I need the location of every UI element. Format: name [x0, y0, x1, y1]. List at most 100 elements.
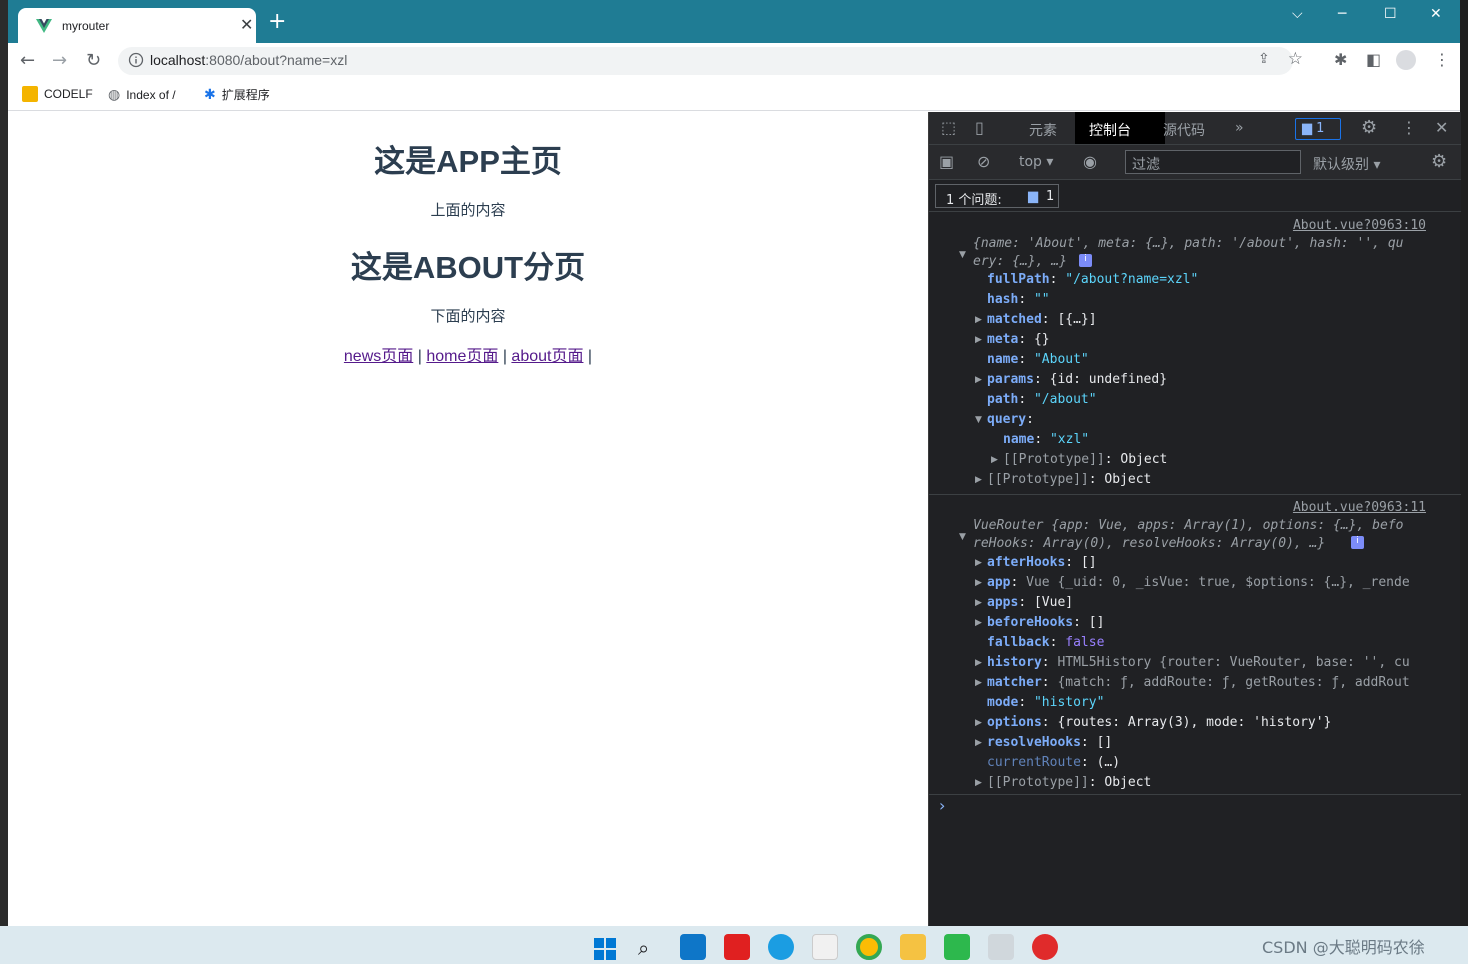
- log2-prop-app[interactable]: app: Vue {_uid: 0, _isVue: true, $option…: [987, 575, 1410, 590]
- side-panel-icon[interactable]: ◧: [1366, 50, 1381, 69]
- log2-prop-beforehooks[interactable]: beforeHooks: []: [987, 615, 1104, 630]
- settings-gear-icon[interactable]: ⚙: [1361, 117, 1377, 138]
- news-link[interactable]: news页面: [344, 348, 413, 365]
- console-prompt[interactable]: ›: [939, 796, 945, 815]
- chrome-icon[interactable]: [856, 934, 882, 960]
- vscode-icon[interactable]: [680, 934, 706, 960]
- info-icon[interactable]: i: [1079, 254, 1092, 267]
- bottom-content-text: 下面的内容: [430, 308, 506, 325]
- profile-avatar[interactable]: [1396, 50, 1416, 70]
- netease-music-icon[interactable]: [1032, 934, 1058, 960]
- expand-afterhooks-icon[interactable]: ▶: [975, 558, 982, 568]
- log2-prop-history[interactable]: history: HTML5History {router: VueRouter…: [987, 655, 1410, 670]
- bookmark-codelf[interactable]: CODELF: [22, 86, 93, 102]
- log-levels-select[interactable]: 默认级别 ▾: [1313, 154, 1380, 174]
- log2-prop-matcher[interactable]: matcher: {match: ƒ, addRoute: ƒ, getRout…: [987, 675, 1410, 690]
- log1-prop-fullpath: fullPath: "/about?name=xzl": [987, 272, 1199, 287]
- site-info-icon[interactable]: [128, 52, 144, 68]
- expand-prototype-icon[interactable]: ▶: [975, 475, 982, 485]
- log2-prop-apps[interactable]: apps: [Vue]: [987, 595, 1073, 610]
- address-bar[interactable]: localhost:8080/about?name=xzl ⇪ ☆: [118, 47, 1303, 75]
- search-icon[interactable]: ⌕: [638, 936, 649, 960]
- expand-prototype-icon[interactable]: ▶: [975, 778, 982, 788]
- page-viewport: 这是APP主页 上面的内容 这是ABOUT分页 下面的内容 news页面 | h…: [8, 112, 928, 926]
- tab-close-icon[interactable]: ✕: [240, 15, 253, 34]
- expand-history-icon[interactable]: ▶: [975, 658, 982, 668]
- minimize-icon[interactable]: ─: [1338, 6, 1346, 22]
- home-link[interactable]: home页面: [426, 348, 498, 365]
- expand-resolvehooks-icon[interactable]: ▶: [975, 738, 982, 748]
- file-explorer-icon[interactable]: [900, 934, 926, 960]
- expand-apps-icon[interactable]: ▶: [975, 598, 982, 608]
- desktop-left-strip: [0, 0, 8, 926]
- live-expression-eye-icon[interactable]: ◉: [1083, 152, 1097, 171]
- context-select[interactable]: top ▾: [1019, 154, 1053, 170]
- back-icon[interactable]: ←: [20, 50, 35, 71]
- about-link[interactable]: about页面: [511, 348, 583, 365]
- app-green-icon[interactable]: [944, 934, 970, 960]
- inspect-element-icon[interactable]: ⬚: [941, 118, 956, 137]
- typora-icon[interactable]: [812, 934, 838, 960]
- expand-options-icon[interactable]: ▶: [975, 718, 982, 728]
- forward-icon[interactable]: →: [52, 50, 67, 71]
- remote-desktop-icon[interactable]: [988, 934, 1014, 960]
- clear-console-icon[interactable]: ⊘: [977, 152, 990, 171]
- collapse-query-icon[interactable]: ▼: [975, 415, 982, 425]
- windows-start-icon[interactable]: [594, 938, 616, 960]
- maximize-icon[interactable]: ☐: [1384, 6, 1397, 22]
- log1-prop-query[interactable]: query:: [987, 412, 1034, 427]
- log1-prop-meta[interactable]: meta: {}: [987, 332, 1050, 347]
- close-devtools-icon[interactable]: ✕: [1435, 118, 1448, 137]
- browser-tab[interactable]: myrouter ✕: [18, 8, 256, 43]
- devtools-menu-icon[interactable]: ⋮: [1401, 118, 1417, 137]
- message-icon: ▆: [1302, 121, 1312, 136]
- tab-elements[interactable]: 元素: [1029, 120, 1057, 140]
- log2-expand-icon[interactable]: ▼: [959, 532, 966, 542]
- log1-prop-matched[interactable]: matched: [{…}]: [987, 312, 1097, 327]
- edge-icon[interactable]: [768, 934, 794, 960]
- log2-prop-options[interactable]: options: {routes: Array(3), mode: 'histo…: [987, 715, 1331, 730]
- tab-sources[interactable]: 源代码: [1163, 120, 1205, 140]
- device-toolbar-icon[interactable]: ▯: [975, 118, 984, 137]
- console-settings-icon[interactable]: ⚙: [1431, 151, 1447, 172]
- expand-beforehooks-icon[interactable]: ▶: [975, 618, 982, 628]
- close-window-icon[interactable]: ✕: [1430, 6, 1442, 22]
- reload-icon[interactable]: ↻: [86, 50, 101, 71]
- log2-prop-currentroute[interactable]: currentRoute: (…): [987, 755, 1120, 770]
- sidebar-toggle-icon[interactable]: ▣: [939, 152, 954, 171]
- log2-prop-resolvehooks[interactable]: resolveHooks: []: [987, 735, 1112, 750]
- bookmark-star-icon[interactable]: ☆: [1288, 49, 1303, 69]
- youdao-icon[interactable]: [724, 934, 750, 960]
- expand-matched-icon[interactable]: ▶: [975, 315, 982, 325]
- bookmark-index[interactable]: ◍ Index of /: [108, 86, 176, 103]
- issues-button[interactable]: 1 个问题: ▆ 1: [935, 184, 1059, 208]
- new-tab-button[interactable]: +: [268, 11, 286, 33]
- expand-meta-icon[interactable]: ▶: [975, 335, 982, 345]
- log1-prototype[interactable]: [[Prototype]]: Object: [987, 472, 1151, 487]
- menu-kebab-icon[interactable]: ⋮: [1434, 50, 1450, 69]
- log1-summary-line1: {name: 'About', meta: {…}, path: '/about…: [973, 236, 1404, 251]
- log-divider: [929, 794, 1461, 795]
- extensions-icon[interactable]: ✱: [1334, 50, 1347, 69]
- expand-prototype-icon[interactable]: ▶: [991, 455, 998, 465]
- tab-search-icon[interactable]: ⌵: [1292, 6, 1303, 22]
- expand-params-icon[interactable]: ▶: [975, 375, 982, 385]
- expand-app-icon[interactable]: ▶: [975, 578, 982, 588]
- log1-prop-params[interactable]: params: {id: undefined}: [987, 372, 1167, 387]
- log1-source-link[interactable]: About.vue?0963:10: [1293, 218, 1426, 233]
- log2-prototype[interactable]: [[Prototype]]: Object: [987, 775, 1151, 790]
- share-icon[interactable]: ⇪: [1258, 51, 1270, 67]
- console-filter-input[interactable]: 过滤: [1125, 150, 1301, 174]
- log2-source-link[interactable]: About.vue?0963:11: [1293, 500, 1426, 515]
- expand-matcher-icon[interactable]: ▶: [975, 678, 982, 688]
- log1-query-prototype[interactable]: [[Prototype]]: Object: [1003, 452, 1167, 467]
- more-tabs-icon[interactable]: »: [1235, 120, 1244, 136]
- tab-console[interactable]: 控制台: [1089, 120, 1131, 140]
- issues-badge[interactable]: ▆ 1: [1295, 118, 1341, 140]
- log1-expand-icon[interactable]: ▼: [959, 250, 966, 260]
- bookmark-extensions[interactable]: ✱ 扩展程序: [204, 86, 270, 103]
- info-icon[interactable]: i: [1351, 536, 1364, 549]
- log2-prop-afterhooks[interactable]: afterHooks: []: [987, 555, 1097, 570]
- issue-message-icon: ▆: [1028, 189, 1038, 204]
- url-text[interactable]: localhost:8080/about?name=xzl: [150, 52, 347, 68]
